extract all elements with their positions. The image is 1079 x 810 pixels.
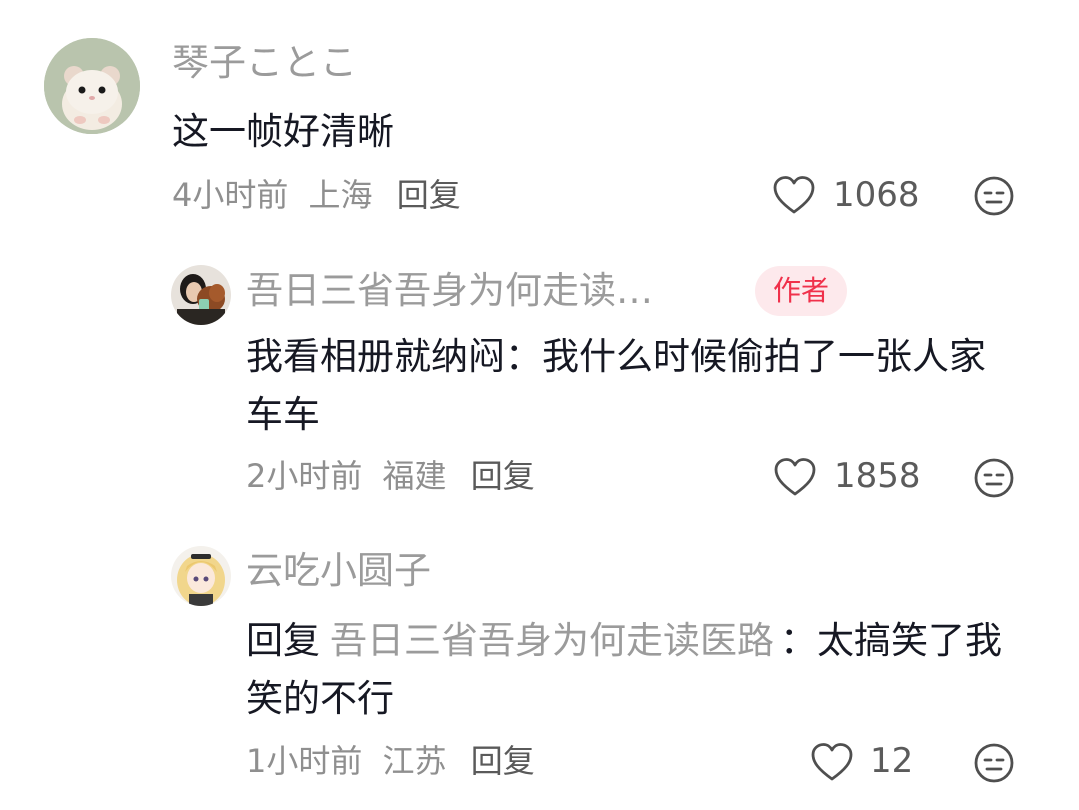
neutral-face-icon <box>974 743 1014 783</box>
comment-username[interactable]: 吾日三省吾身为何走读… <box>246 269 653 313</box>
comment-text: 这一帧好清晰 <box>172 110 394 153</box>
heart-outline-icon <box>774 458 816 496</box>
comment-text: 我看相册就纳闷：我什么时候偷拍了一张人家车车 <box>246 335 986 436</box>
like-button[interactable] <box>772 175 817 215</box>
avatar-author[interactable] <box>171 265 231 325</box>
comment-time: 2小时前 <box>246 457 363 495</box>
reply-button[interactable]: 回复 <box>471 742 535 780</box>
comment-location: 江苏 <box>382 742 447 780</box>
heart-outline-icon <box>773 176 815 214</box>
comment-text-block: 回复 吾日三省吾身为何走读医路 ：太搞笑了我笑的不行 <box>246 612 1036 728</box>
neutral-face-icon <box>974 458 1014 498</box>
dislike-button[interactable] <box>973 175 1015 217</box>
neutral-face-icon <box>974 176 1014 216</box>
comment-location: 福建 <box>382 457 447 495</box>
comment-username[interactable]: 云吃小圆子 <box>246 549 431 593</box>
like-button[interactable] <box>773 457 818 497</box>
like-button[interactable] <box>810 742 855 782</box>
reply-button[interactable]: 回复 <box>471 457 535 495</box>
like-count: 1068 <box>833 175 920 215</box>
like-count: 12 <box>870 741 914 781</box>
dislike-button[interactable] <box>973 457 1015 499</box>
comment-meta: 2小时前 福建 回复 <box>246 456 535 496</box>
reply-target-username[interactable]: 吾日三省吾身为何走读医路 <box>330 619 774 662</box>
comment-location: 上海 <box>308 176 373 214</box>
like-count: 1858 <box>834 456 921 496</box>
reply-separator: ： <box>780 619 817 662</box>
comment-time: 4小时前 <box>172 176 289 214</box>
reply-prefix: 回复 <box>246 619 320 662</box>
comment-meta: 4小时前 上海 回复 <box>172 175 461 215</box>
comment-meta: 1小时前 江苏 回复 <box>246 741 535 781</box>
author-badge: 作者 <box>755 266 848 316</box>
avatar-anime-girl[interactable] <box>171 546 231 606</box>
comment-time: 1小时前 <box>246 742 363 780</box>
dislike-button[interactable] <box>973 742 1015 784</box>
comment-username[interactable]: 琴子ことこ <box>172 41 357 85</box>
heart-outline-icon <box>811 743 853 781</box>
reply-button[interactable]: 回复 <box>397 176 461 214</box>
avatar-hamster[interactable] <box>44 38 140 134</box>
